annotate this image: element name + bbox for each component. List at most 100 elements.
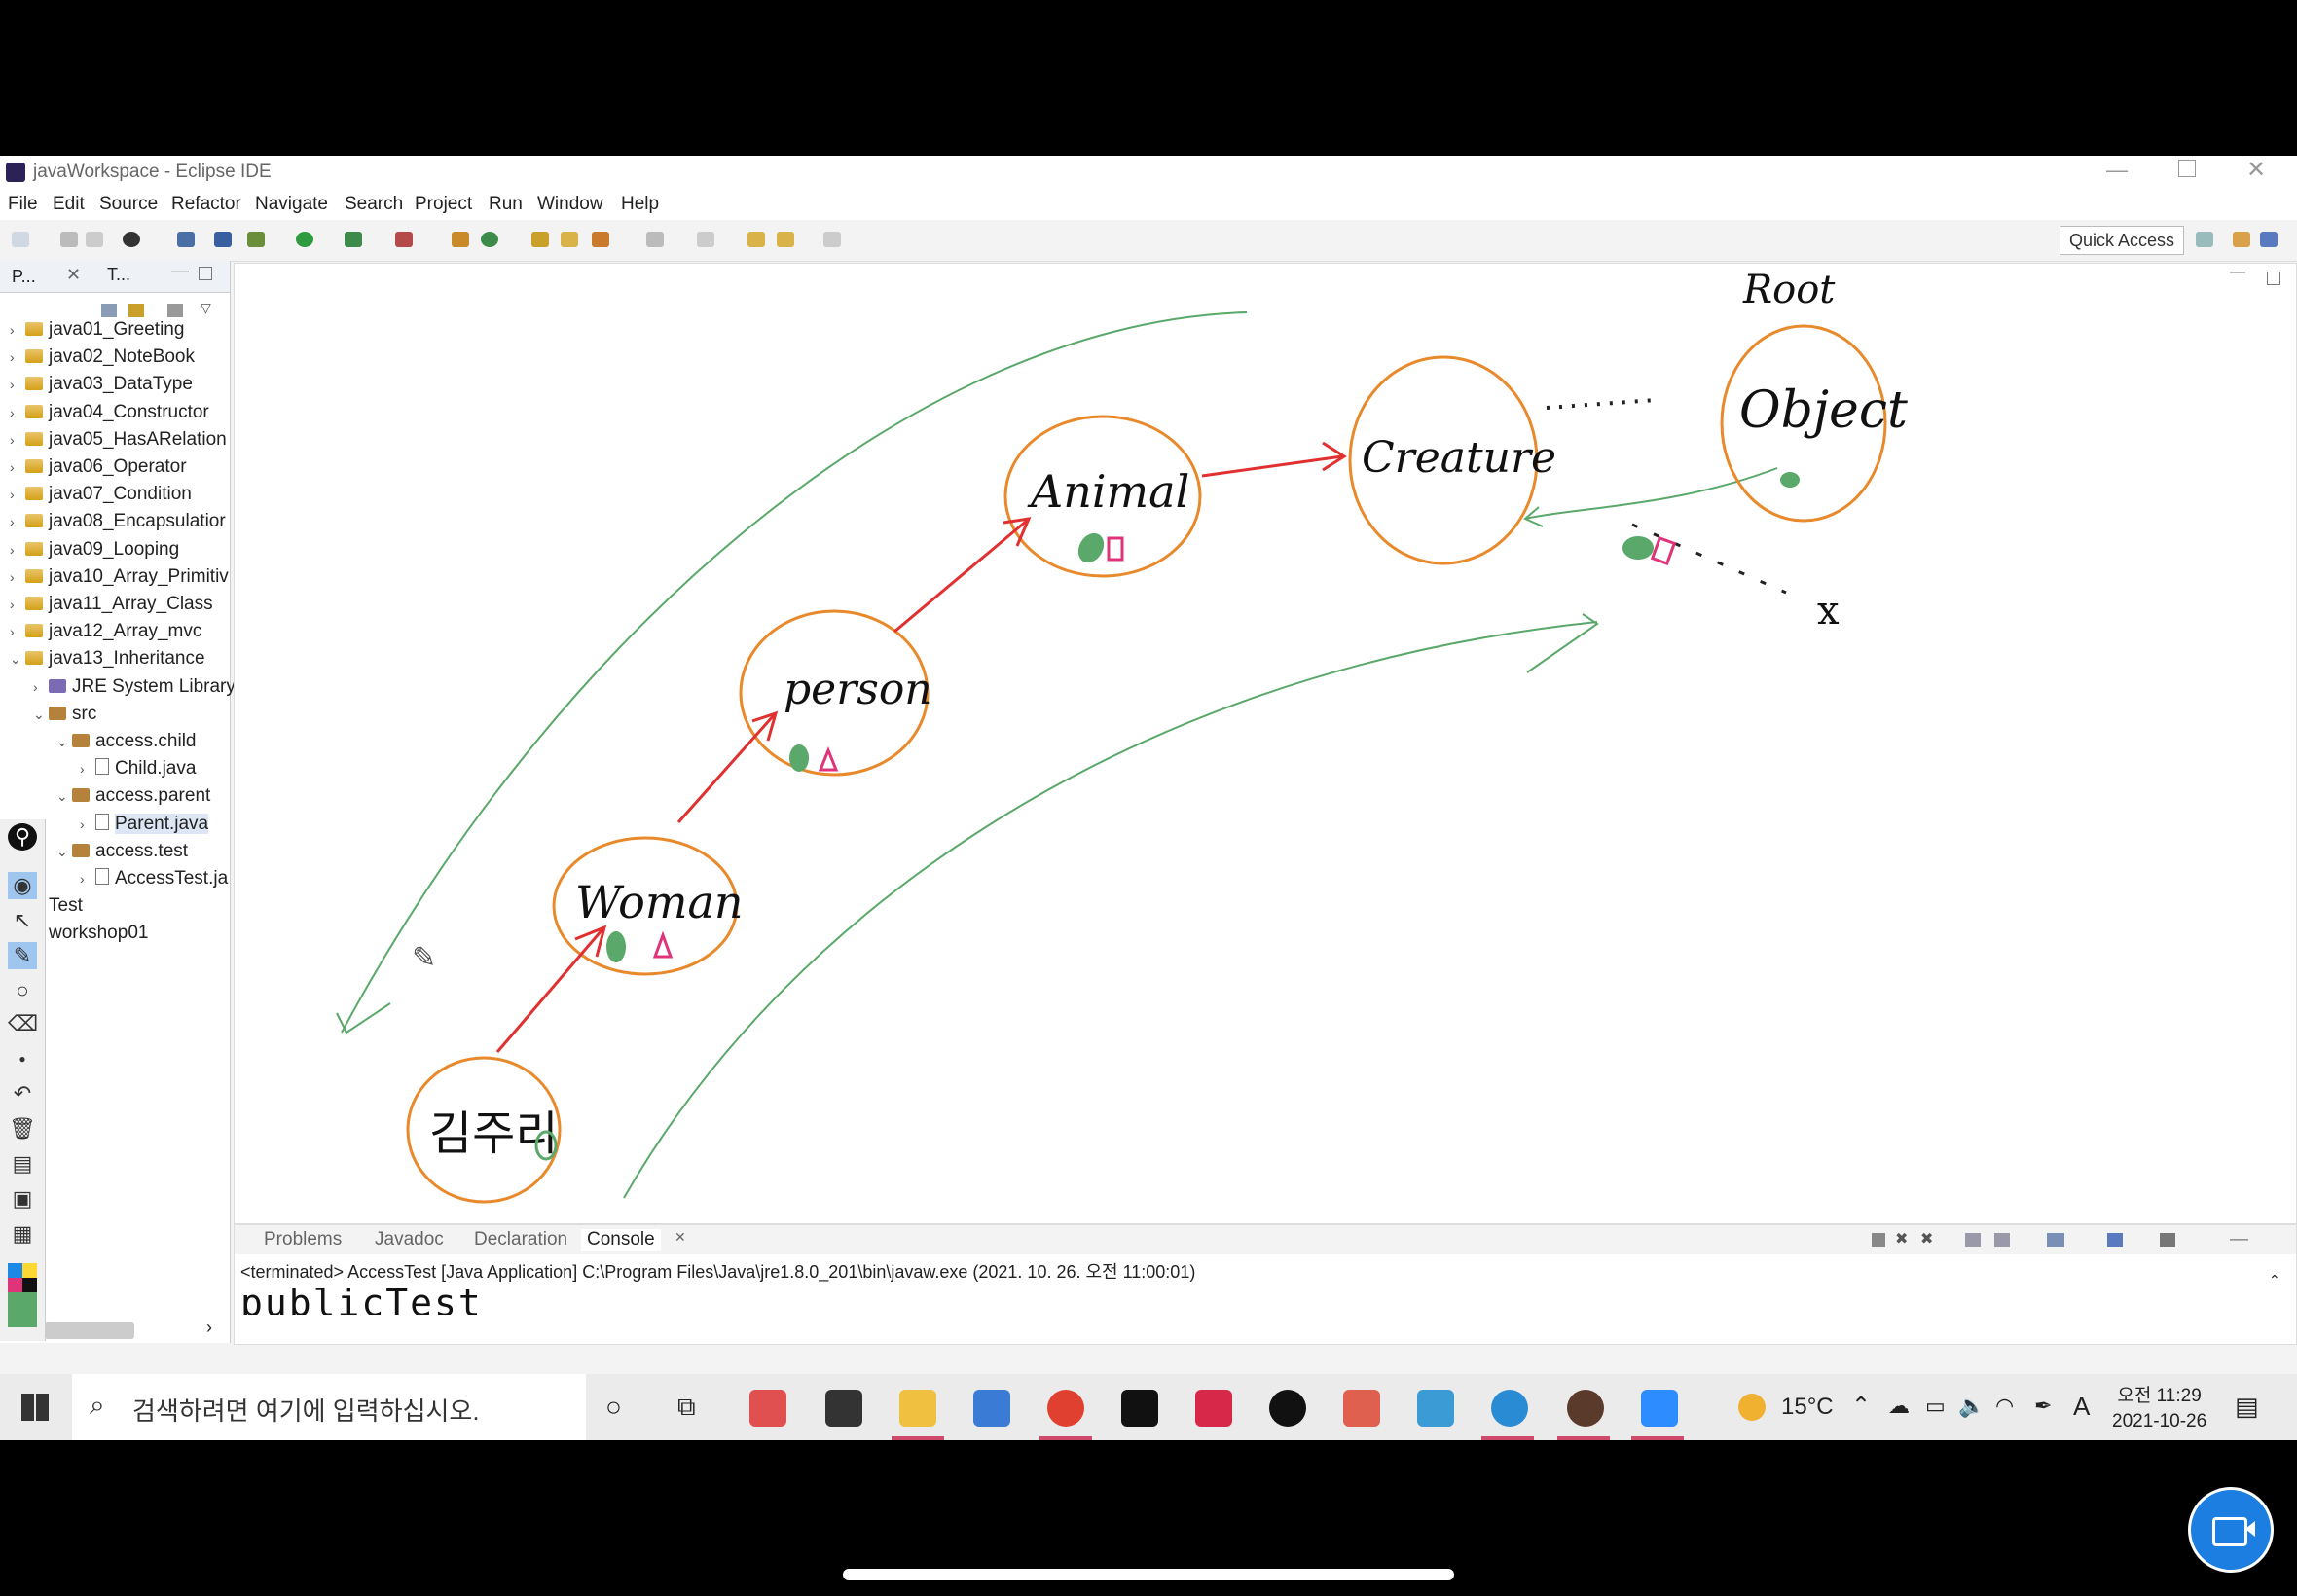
search-tool-icon[interactable]: [592, 232, 609, 247]
save-icon[interactable]: [60, 232, 78, 247]
delete-icon[interactable]: 🗑: [8, 1115, 37, 1143]
chevron-down-icon[interactable]: ⌄: [56, 734, 72, 750]
pycharm-icon[interactable]: [1121, 1390, 1158, 1427]
tree-item[interactable]: › java05_HasARelation: [10, 429, 227, 451]
volume-icon[interactable]: 🔈: [1958, 1394, 1985, 1419]
taskbar-search[interactable]: ⌕ 검색하려면 여기에 입력하십시오.: [72, 1374, 586, 1440]
chevron-down-icon[interactable]: ⌄: [56, 844, 72, 860]
pen-icon[interactable]: ✒: [2034, 1394, 2052, 1419]
tab-problems[interactable]: Problems: [264, 1229, 342, 1251]
skip-breakpoints-icon[interactable]: [214, 232, 232, 247]
debug-target-icon[interactable]: [123, 232, 140, 247]
chevron-right-icon[interactable]: ›: [10, 432, 25, 448]
tree-item[interactable]: › java03_DataType: [10, 374, 193, 395]
tree-item[interactable]: › java12_Array_mvc: [10, 621, 201, 642]
tree-item[interactable]: › java11_Array_Class: [10, 594, 213, 615]
tree-item[interactable]: › JRE System Library: [33, 676, 236, 698]
tree-item[interactable]: › java02_NoteBook: [10, 346, 195, 368]
console-minimize-icon[interactable]: —: [2230, 1229, 2248, 1251]
color-swatch-black[interactable]: [22, 1278, 37, 1292]
weather-sun-icon[interactable]: [1738, 1394, 1766, 1421]
chevron-right-icon[interactable]: ›: [10, 377, 25, 392]
weather-temp[interactable]: 15°C: [1781, 1394, 1834, 1421]
terminate-icon[interactable]: [1872, 1233, 1885, 1247]
last-edit-icon[interactable]: [747, 232, 765, 247]
open-perspective-icon[interactable]: [2196, 232, 2213, 247]
tab-declaration[interactable]: Declaration: [474, 1229, 567, 1251]
scroll-right-icon[interactable]: ›: [206, 1318, 212, 1338]
run-icon[interactable]: [296, 232, 313, 247]
coverage-icon[interactable]: [345, 232, 362, 247]
open-folder-icon[interactable]: [561, 232, 578, 247]
chevron-right-icon[interactable]: ›: [10, 624, 25, 639]
menu-search[interactable]: Search: [345, 194, 403, 215]
collapse-all-icon[interactable]: [101, 304, 117, 317]
tree-item[interactable]: › java06_Operator: [10, 456, 187, 478]
tree-item[interactable]: ⌄ access.child: [56, 731, 197, 752]
link-editor-icon[interactable]: [128, 304, 144, 317]
next-annotation-icon[interactable]: [697, 232, 714, 247]
onedrive-icon[interactable]: ☁: [1888, 1394, 1910, 1419]
camera-button[interactable]: [2188, 1487, 2274, 1573]
menu-project[interactable]: Project: [415, 194, 472, 215]
open-type-icon[interactable]: [531, 232, 549, 247]
color-swatch-green[interactable]: [8, 1292, 37, 1327]
chevron-down-icon[interactable]: ⌄: [33, 707, 49, 723]
circle-shape-icon[interactable]: ○: [8, 977, 37, 1004]
chrome-icon[interactable]: [1047, 1390, 1084, 1427]
chevron-right-icon[interactable]: ›: [10, 597, 25, 612]
close-tab-icon[interactable]: ✕: [66, 265, 81, 285]
show-stdout-icon[interactable]: [2047, 1233, 2064, 1247]
clipboard-icon[interactable]: ▦: [8, 1220, 37, 1248]
notification-icon[interactable]: ▤: [2235, 1392, 2259, 1422]
undo-icon[interactable]: ↶: [8, 1080, 37, 1107]
eye-icon[interactable]: ◉: [8, 872, 37, 899]
eraser-app-icon[interactable]: [1343, 1390, 1380, 1427]
clock[interactable]: 오전 11:29 2021-10-26: [2112, 1384, 2206, 1434]
ime-icon[interactable]: A: [2073, 1392, 2090, 1422]
restore-icon[interactable]: [2178, 160, 2196, 177]
new-class-icon[interactable]: [481, 232, 498, 247]
console-icon[interactable]: [177, 232, 195, 247]
scroll-up-icon[interactable]: ⌃: [2269, 1272, 2280, 1288]
back-icon[interactable]: [777, 232, 794, 247]
chevron-right-icon[interactable]: ›: [10, 542, 25, 558]
app-swirl-icon[interactable]: [1491, 1390, 1528, 1427]
pen-tool-icon[interactable]: ⚲: [8, 823, 37, 851]
new-icon[interactable]: [12, 232, 29, 247]
tree-item[interactable]: ⌄ access.test: [56, 841, 188, 862]
tree-item[interactable]: › java01_Greeting: [10, 319, 184, 341]
view-menu-icon[interactable]: ▽: [201, 300, 211, 316]
close-icon[interactable]: ✕: [2246, 156, 2266, 184]
external-tools-icon[interactable]: [395, 232, 413, 247]
tree-item[interactable]: › AccessTest.ja: [80, 868, 228, 889]
color-swatch-blue[interactable]: [8, 1263, 22, 1278]
file-explorer-icon[interactable]: [899, 1390, 936, 1427]
tab-javadoc[interactable]: Javadoc: [375, 1229, 444, 1251]
chevron-right-icon[interactable]: ›: [10, 569, 25, 585]
windows-start-icon[interactable]: [21, 1394, 49, 1421]
save-all-icon[interactable]: [86, 232, 103, 247]
scroll-lock-icon[interactable]: [1994, 1233, 2010, 1247]
forward-icon[interactable]: [823, 232, 841, 247]
task-view-icon[interactable]: ⧉: [677, 1392, 696, 1423]
tree-item[interactable]: › java07_Condition: [10, 484, 192, 505]
dot-size-icon[interactable]: ●: [8, 1045, 37, 1072]
tree-item[interactable]: › java04_Constructor: [10, 402, 209, 423]
chevron-right-icon[interactable]: ›: [10, 487, 25, 502]
annotation-icon[interactable]: [646, 232, 664, 247]
app-sync-icon[interactable]: [749, 1390, 786, 1427]
mail-icon[interactable]: [973, 1390, 1010, 1427]
minimize-view-icon[interactable]: —: [171, 261, 189, 281]
display-console-icon[interactable]: [2160, 1233, 2175, 1247]
eclipse-taskbar-icon[interactable]: [1567, 1390, 1604, 1427]
chevron-right-icon[interactable]: ›: [10, 405, 25, 420]
editor-area[interactable]: — 김주리 Woman person Animal Creature Objec…: [234, 263, 2297, 1224]
chevron-right-icon[interactable]: ›: [80, 871, 95, 887]
tree-item[interactable]: ⌄ src: [33, 704, 96, 725]
new-package-icon[interactable]: [452, 232, 469, 247]
select-arrow-icon[interactable]: ↖: [8, 907, 37, 934]
highlighter-icon[interactable]: ✎: [8, 942, 37, 969]
remove-launch-icon[interactable]: ✖: [1895, 1229, 1908, 1249]
tree-item[interactable]: › Parent.java: [80, 813, 209, 835]
